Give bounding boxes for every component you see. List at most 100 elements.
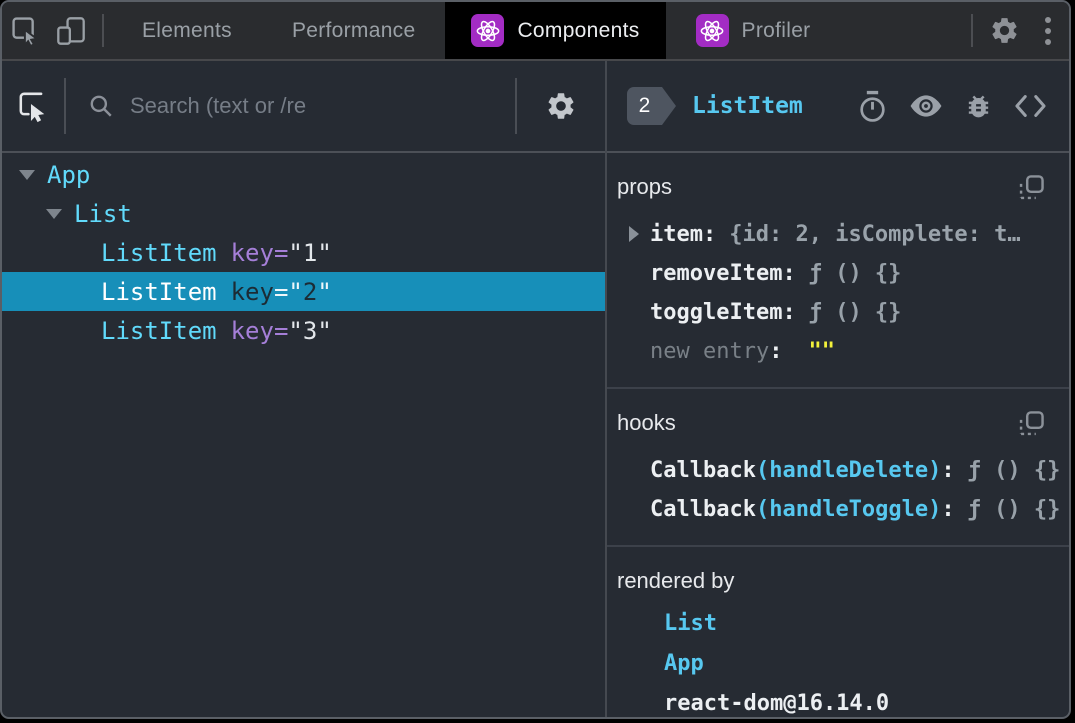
- hook-name: (handleToggle): [755, 497, 942, 522]
- separator: :: [769, 339, 783, 364]
- expand-arrow-icon[interactable]: [19, 170, 35, 180]
- devtools-tab-bar: Elements Performance Components Profiler: [2, 2, 1069, 61]
- rendered-by-title: rendered by: [617, 568, 735, 593]
- suspend-stopwatch-icon[interactable]: [857, 90, 888, 123]
- tab-profiler[interactable]: Profiler: [666, 2, 841, 59]
- search-input[interactable]: [128, 92, 515, 120]
- key-value: 2: [302, 277, 318, 306]
- inspected-element-header: 2 ListItem: [607, 61, 1069, 153]
- select-element-icon[interactable]: [2, 90, 64, 123]
- settings-gear-icon[interactable]: [981, 2, 1027, 59]
- prop-row-removeitem[interactable]: removeItem: ƒ () {}: [607, 254, 1069, 293]
- key-value: 3: [302, 316, 318, 345]
- inspect-dom-eye-icon[interactable]: [909, 94, 943, 118]
- search-icon: [88, 93, 114, 119]
- new-entry-placeholder: new entry: [650, 339, 770, 364]
- tab-elements[interactable]: Elements: [112, 2, 262, 59]
- copy-props-icon[interactable]: [1018, 174, 1045, 201]
- hook-value: ƒ () {}: [967, 458, 1061, 483]
- owners-count-badge[interactable]: 2: [627, 87, 676, 125]
- component-tree: App List ListItem key = " 1 " ListItem key = " 2 "…: [2, 153, 605, 717]
- copy-hooks-icon[interactable]: [1018, 410, 1045, 437]
- hook-row-handledelete[interactable]: Callback (handleDelete): ƒ () {}: [607, 451, 1069, 490]
- tab-label: Profiler: [741, 18, 811, 42]
- expand-arrow-icon[interactable]: [629, 226, 639, 242]
- hook-type: Callback: [650, 497, 756, 522]
- separator: :: [702, 222, 717, 247]
- component-name: ListItem: [101, 277, 217, 306]
- quote: ": [288, 316, 303, 345]
- component-name: ListItem: [101, 238, 217, 267]
- prop-value: ƒ () {}: [808, 300, 902, 325]
- props-section-title: props: [617, 174, 673, 199]
- hooks-section-title: hooks: [617, 410, 676, 435]
- tab-performance[interactable]: Performance: [262, 2, 446, 59]
- view-source-code-icon[interactable]: [1014, 93, 1047, 119]
- hook-type: Callback: [650, 458, 756, 483]
- inspect-element-icon[interactable]: [2, 2, 48, 59]
- prop-name: toggleItem: [650, 300, 783, 325]
- tree-row-listitem-1[interactable]: ListItem key = " 1 ": [2, 233, 605, 272]
- hook-name: (handleDelete): [755, 458, 942, 483]
- new-entry-value[interactable]: "": [808, 339, 835, 364]
- key-value: 1: [302, 238, 318, 267]
- renderer-version-row: react-dom@16.14.0: [607, 683, 1069, 717]
- equals-sign: =: [273, 238, 289, 267]
- separator: :: [941, 458, 955, 483]
- tab-label: Components: [517, 18, 640, 42]
- log-to-console-bug-icon[interactable]: [964, 92, 993, 121]
- owner-row[interactable]: List: [607, 603, 1069, 643]
- component-tree-pane: App List ListItemkey="1" ListItemkey="2"…: [2, 61, 607, 717]
- prop-row-toggleitem[interactable]: toggleItem: ƒ () {}: [607, 293, 1069, 332]
- toolbar-divider: [971, 14, 973, 47]
- inspected-element-pane: 2 ListItem props item: {id: 2, isComple…: [607, 61, 1069, 717]
- devtools-window: Elements Performance Components Profiler: [0, 0, 1071, 719]
- tree-row-app[interactable]: App: [2, 155, 605, 194]
- tab-label: Performance: [291, 18, 416, 42]
- equals-sign: =: [273, 277, 289, 306]
- tree-settings-gear-icon[interactable]: [517, 90, 605, 122]
- component-name: ListItem: [101, 316, 217, 345]
- toolbar-divider: [64, 78, 66, 134]
- rendered-by-section: rendered by List App react-dom@16.14.0: [607, 547, 1069, 717]
- quote: ": [317, 277, 332, 306]
- device-toolbar-icon[interactable]: [48, 2, 94, 59]
- separator: :: [782, 261, 796, 286]
- tree-row-listitem-2-selected[interactable]: ListItem key = " 2 ": [2, 272, 605, 311]
- hooks-section: hooks Callback (handleDelete): ƒ () {} Cal…: [607, 389, 1069, 547]
- renderer-version: react-dom@16.14.0: [664, 690, 890, 716]
- separator: :: [782, 300, 796, 325]
- equals-sign: =: [273, 316, 289, 345]
- tree-row-list[interactable]: List: [2, 194, 605, 233]
- quote: ": [317, 316, 332, 345]
- component-name: List: [74, 199, 132, 228]
- props-section: props item: {id: 2, isComplete: t… remove…: [607, 153, 1069, 389]
- badge-arrow-icon: [662, 87, 676, 125]
- prop-value: ƒ () {}: [808, 261, 902, 286]
- tab-label: Elements: [142, 18, 232, 42]
- react-logo-icon: [471, 14, 505, 47]
- expand-arrow-icon[interactable]: [46, 209, 62, 219]
- owner-row[interactable]: App: [607, 643, 1069, 683]
- key-attr: key: [230, 316, 274, 345]
- prop-name: removeItem: [650, 261, 783, 286]
- new-prop-entry-row[interactable]: new entry: "": [607, 332, 1069, 371]
- tab-components[interactable]: Components: [445, 2, 666, 59]
- component-name: App: [47, 160, 91, 189]
- quote: ": [317, 238, 332, 267]
- toolbar-divider: [102, 14, 104, 47]
- owners-count: 2: [627, 87, 662, 125]
- separator: :: [941, 497, 955, 522]
- owner-link-list[interactable]: List: [664, 611, 717, 636]
- tree-toolbar: [2, 61, 605, 153]
- hook-row-handletoggle[interactable]: Callback (handleToggle): ƒ () {}: [607, 490, 1069, 529]
- tree-row-listitem-3[interactable]: ListItem key = " 3 ": [2, 311, 605, 350]
- prop-row-item[interactable]: item: {id: 2, isComplete: t…: [607, 215, 1069, 254]
- more-options-kebab-icon[interactable]: [1027, 2, 1069, 59]
- quote: ": [288, 277, 303, 306]
- react-logo-icon: [695, 14, 729, 47]
- owner-link-app[interactable]: App: [664, 651, 704, 676]
- hook-value: ƒ () {}: [967, 497, 1061, 522]
- prop-value-preview: {id: 2, isComplete: t…: [729, 222, 1021, 247]
- components-panel: App List ListItemkey="1" ListItemkey="2"…: [2, 61, 1069, 717]
